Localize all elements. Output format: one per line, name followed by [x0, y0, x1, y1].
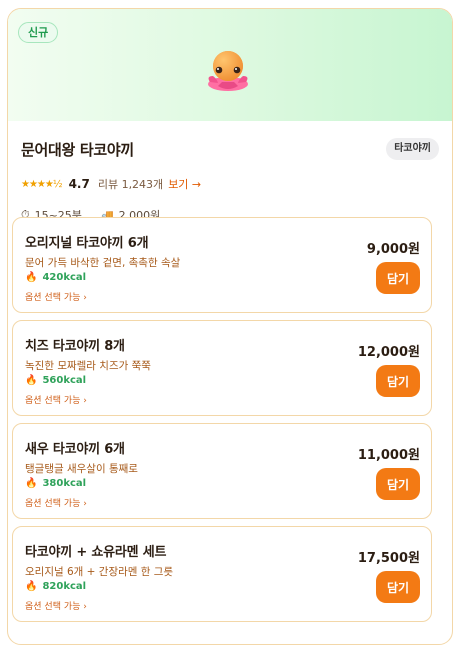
fire-icon: 🔥	[25, 272, 38, 283]
menu-item-desc: 오리지널 6개 + 간장라멘 한 그릇	[25, 566, 174, 578]
menu-item-name: 새우 타코야끼 6개	[25, 442, 125, 457]
new-badge: 신규	[18, 22, 59, 43]
fire-icon: 🔥	[25, 478, 38, 489]
shop-name: 문어대왕 타코야끼	[21, 141, 134, 159]
review-count: 리뷰 1,243개	[97, 178, 164, 191]
menu-list: 오리지널 타코야끼 6개 문어 가득 바삭한 겉면, 촉촉한 속살 🔥 420kc…	[12, 217, 432, 629]
add-to-cart-button[interactable]: 담기	[376, 468, 420, 500]
fire-icon: 🔥	[25, 581, 38, 592]
menu-item-desc: 탱글탱글 새우살이 통째로	[25, 463, 138, 475]
menu-item-desc: 문어 가득 바삭한 겉면, 촉촉한 속살	[25, 257, 181, 269]
menu-item-options-link[interactable]: 옵션 선택 가능 ›	[25, 393, 87, 406]
menu-item-kcal: 🔥 820kcal	[25, 581, 87, 592]
menu-item-options-link[interactable]: 옵션 선택 가능 ›	[25, 496, 87, 509]
shop-info: 문어대왕 타코야끼 타코야끼 ★★★★½ 4.7 리뷰 1,243개 보기 → …	[8, 121, 452, 227]
menu-item-name: 오리지널 타코야끼 6개	[25, 236, 149, 251]
menu-item-price: 9,000원	[366, 242, 420, 257]
rating-row: ★★★★½ 4.7 리뷰 1,243개 보기 →	[21, 169, 439, 203]
title-row: 문어대왕 타코야끼 타코야끼	[21, 121, 439, 169]
menu-item-name: 치즈 타코야끼 8개	[25, 339, 125, 354]
menu-item-options-link[interactable]: 옵션 선택 가능 ›	[25, 290, 87, 303]
hero-banner: 신규	[8, 9, 452, 121]
menu-item-price: 11,000원	[357, 448, 420, 463]
category-tag[interactable]: 타코야끼	[386, 138, 439, 160]
menu-item[interactable]: 타코야끼 + 쇼유라멘 세트 오리지널 6개 + 간장라멘 한 그릇 🔥 820k…	[12, 526, 432, 622]
rating-score: 4.7	[68, 177, 90, 191]
menu-item-kcal: 🔥 560kcal	[25, 375, 87, 386]
reviews-link[interactable]: 보기 →	[168, 176, 201, 192]
menu-item[interactable]: 오리지널 타코야끼 6개 문어 가득 바삭한 겉면, 촉촉한 속살 🔥 420kc…	[12, 217, 432, 313]
menu-item-price: 17,500원	[357, 551, 420, 566]
add-to-cart-button[interactable]: 담기	[376, 365, 420, 397]
menu-item-options-link[interactable]: 옵션 선택 가능 ›	[25, 599, 87, 612]
add-to-cart-button[interactable]: 담기	[376, 571, 420, 603]
star-rating-icon: ★★★★½	[21, 178, 63, 190]
octopus-icon	[208, 51, 248, 91]
menu-item-name: 타코야끼 + 쇼유라멘 세트	[25, 545, 167, 560]
fire-icon: 🔥	[25, 375, 38, 386]
menu-item-price: 12,000원	[357, 345, 420, 360]
menu-item-desc: 녹진한 모짜렐라 치즈가 쭉쭉	[25, 360, 151, 372]
menu-item[interactable]: 치즈 타코야끼 8개 녹진한 모짜렐라 치즈가 쭉쭉 🔥 560kcal 옵션 선…	[12, 320, 432, 416]
menu-item[interactable]: 새우 타코야끼 6개 탱글탱글 새우살이 통째로 🔥 380kcal 옵션 선택 …	[12, 423, 432, 519]
add-to-cart-button[interactable]: 담기	[376, 262, 420, 294]
menu-item-kcal: 🔥 380kcal	[25, 478, 87, 489]
menu-item-kcal: 🔥 420kcal	[25, 272, 87, 283]
